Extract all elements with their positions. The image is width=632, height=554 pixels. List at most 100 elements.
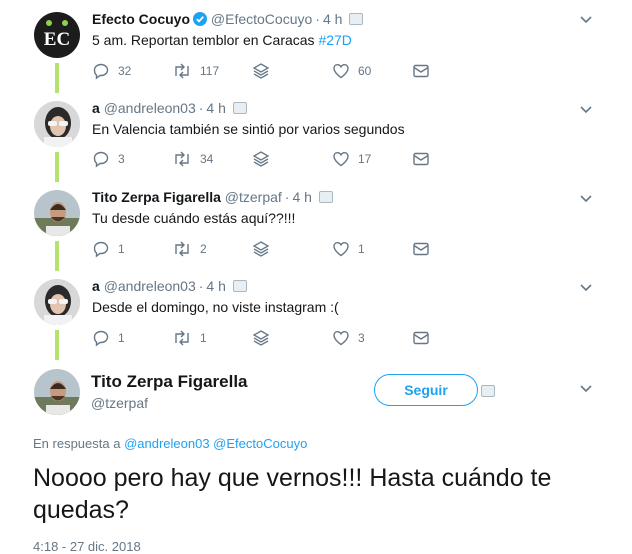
tweet-text: Tu desde cuándo estás aquí??!!! — [92, 210, 296, 226]
thread-line — [55, 330, 59, 360]
message-button[interactable] — [412, 150, 430, 168]
like-count: 60 — [358, 64, 372, 78]
layers-icon — [252, 151, 270, 167]
layers-icon — [252, 63, 270, 79]
tweet-time[interactable]: 4 h — [206, 100, 225, 116]
translate-icon — [481, 385, 495, 397]
chevron-down-icon[interactable] — [578, 11, 594, 27]
follow-button[interactable]: Seguir — [374, 374, 478, 406]
mail-icon — [413, 64, 429, 78]
like-button[interactable]: 17 — [332, 150, 371, 168]
like-count: 17 — [358, 152, 372, 166]
retweet-button[interactable]: 2 — [172, 240, 207, 258]
user-name[interactable]: Efecto Cocuyo — [92, 11, 190, 27]
chevron-down-icon[interactable] — [578, 101, 594, 117]
message-button[interactable] — [412, 240, 430, 258]
mention-link[interactable]: @andreleon03 — [124, 436, 209, 451]
translate-icon — [318, 191, 333, 203]
avatar[interactable] — [34, 101, 80, 147]
reply-button[interactable]: 3 — [92, 150, 125, 168]
tweet-actions: 1 2 1 — [92, 240, 452, 260]
reply-icon — [93, 241, 109, 258]
tweet-text: Desde el domingo, no viste instagram :( — [92, 299, 339, 315]
avatar[interactable]: EC — [34, 12, 80, 58]
user-handle[interactable]: @tzerpaf — [91, 395, 148, 411]
retweet-icon — [175, 330, 189, 346]
mail-icon — [413, 242, 429, 256]
retweet-count: 117 — [200, 64, 220, 78]
tweet-header: a @andreleon03 · 4 h — [92, 100, 247, 116]
heart-icon — [333, 151, 349, 167]
retweet-count: 1 — [200, 331, 207, 345]
dm-share-button[interactable] — [252, 240, 270, 258]
retweet-button[interactable]: 117 — [172, 62, 219, 80]
translate-icon — [349, 13, 364, 25]
like-button[interactable]: 60 — [332, 62, 371, 80]
chevron-down-icon[interactable] — [578, 279, 594, 295]
mention-link[interactable]: @EfectoCocuyo — [213, 436, 307, 451]
reply-count: 3 — [118, 152, 125, 166]
verified-icon — [193, 12, 208, 26]
dm-share-button[interactable] — [252, 329, 270, 347]
heart-icon — [333, 330, 349, 346]
reply-button[interactable]: 32 — [92, 62, 131, 80]
tweet-text: Noooo pero hay que vernos!!! Hasta cuánd… — [33, 464, 552, 524]
layers-icon — [252, 330, 270, 346]
reply-icon — [93, 151, 109, 168]
mail-icon — [413, 152, 429, 166]
reply-count: 1 — [118, 242, 125, 256]
hashtag-link[interactable]: #27D — [318, 32, 351, 48]
mail-icon — [413, 331, 429, 345]
heart-icon — [333, 63, 349, 79]
chevron-down-icon[interactable] — [578, 380, 594, 396]
reply-icon — [93, 63, 109, 80]
user-name[interactable]: Tito Zerpa Figarella — [92, 189, 221, 205]
avatar-initials: EC — [44, 29, 70, 50]
like-count: 3 — [358, 331, 365, 345]
tweet-header: Efecto Cocuyo @EfectoCocuyo · 4 h — [92, 11, 364, 27]
translate-icon — [232, 280, 247, 292]
user-handle[interactable]: @andreleon03 — [104, 100, 196, 116]
reply-button[interactable]: 1 — [92, 240, 125, 258]
reply-button[interactable]: 1 — [92, 329, 125, 347]
avatar[interactable] — [34, 190, 80, 236]
reply-icon — [93, 330, 109, 347]
reply-context: En respuesta a @andreleon03 @EfectoCocuy… — [33, 436, 308, 451]
tweet-header: Tito Zerpa Figarella @tzerpaf · 4 h — [92, 189, 333, 205]
like-button[interactable]: 3 — [332, 329, 365, 347]
tweet-time[interactable]: 4 h — [323, 11, 342, 27]
retweet-button[interactable]: 1 — [172, 329, 207, 347]
user-handle[interactable]: @EfectoCocuyo — [211, 11, 312, 27]
user-name[interactable]: a — [92, 278, 100, 294]
reply-count: 32 — [118, 64, 132, 78]
translate-icon — [232, 102, 247, 114]
tweet-time[interactable]: 4 h — [206, 278, 225, 294]
thread-line — [55, 241, 59, 271]
like-count: 1 — [358, 242, 365, 256]
tweet-header: a @andreleon03 · 4 h — [92, 278, 247, 294]
retweet-icon — [175, 63, 189, 79]
dm-share-button[interactable] — [252, 62, 270, 80]
reply-count: 1 — [118, 331, 125, 345]
user-handle[interactable]: @andreleon03 — [104, 278, 196, 294]
tweet-text: 5 am. Reportan temblor en Caracas #27D — [92, 32, 352, 48]
message-button[interactable] — [412, 329, 430, 347]
tweet-time[interactable]: 4 h — [292, 189, 311, 205]
tweet-actions: 1 1 3 — [92, 329, 452, 349]
retweet-icon — [175, 241, 189, 257]
user-handle[interactable]: @tzerpaf — [225, 189, 282, 205]
avatar[interactable] — [34, 369, 80, 415]
avatar[interactable] — [34, 279, 80, 325]
tweet-actions: 3 34 17 — [92, 150, 452, 170]
dm-share-button[interactable] — [252, 150, 270, 168]
retweet-button[interactable]: 34 — [172, 150, 213, 168]
tweet-actions: 32 117 60 — [92, 62, 452, 82]
user-name[interactable]: a — [92, 100, 100, 116]
message-button[interactable] — [412, 62, 430, 80]
like-button[interactable]: 1 — [332, 240, 365, 258]
chevron-down-icon[interactable] — [578, 190, 594, 206]
layers-icon — [252, 241, 270, 257]
thread-line — [55, 63, 59, 93]
retweet-icon — [175, 151, 189, 167]
user-name[interactable]: Tito Zerpa Figarella — [91, 372, 248, 392]
